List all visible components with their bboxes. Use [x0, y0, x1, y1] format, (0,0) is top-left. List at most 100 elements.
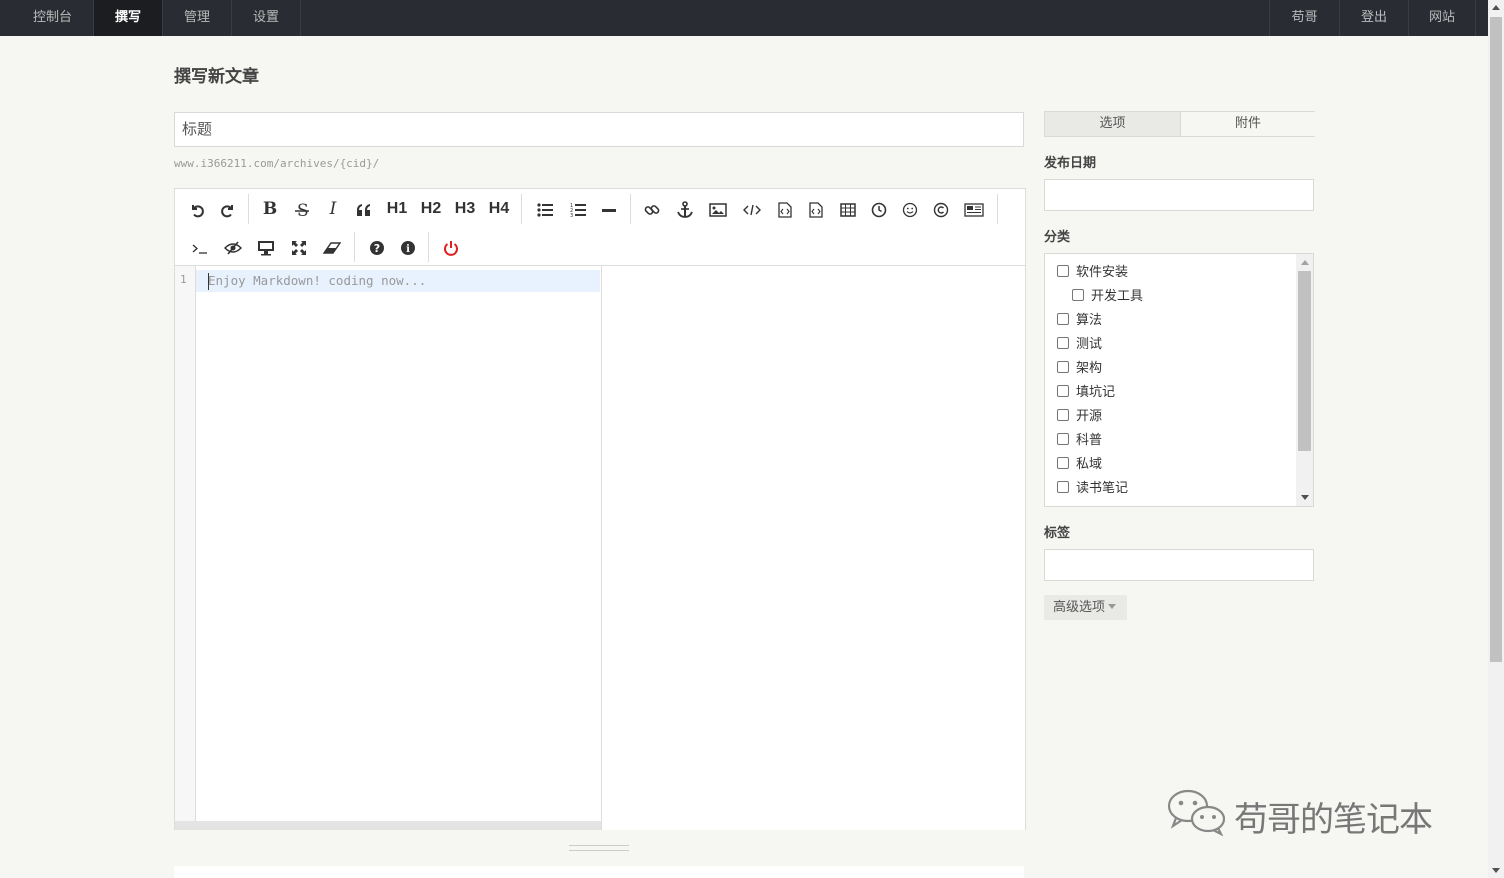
- markdown-editor: B S I H1 H2 H3 H4 123 ? i 1 Enjoy Markdo…: [174, 188, 1026, 830]
- category-label-text: 科普: [1076, 433, 1103, 448]
- nav-settings[interactable]: 设置: [232, 0, 301, 36]
- svg-text:i: i: [406, 244, 410, 255]
- eraser-icon[interactable]: [321, 235, 343, 259]
- page-scrollbar[interactable]: [1488, 0, 1504, 878]
- eye-slash-icon[interactable]: [222, 235, 244, 259]
- emoji-icon[interactable]: [899, 197, 921, 221]
- scroll-thumb[interactable]: [1298, 271, 1311, 451]
- h3-button[interactable]: H3: [452, 197, 478, 221]
- info-icon[interactable]: i: [397, 235, 419, 259]
- copyright-icon[interactable]: [930, 197, 952, 221]
- checkbox[interactable]: [1057, 265, 1069, 277]
- checkbox[interactable]: [1057, 337, 1069, 349]
- bold-button[interactable]: B: [259, 197, 281, 221]
- horizontal-scrollbar[interactable]: [175, 821, 601, 830]
- top-nav: 控制台 撰写 管理 设置 苟哥 登出 网站: [0, 0, 1488, 36]
- svg-text:S: S: [297, 201, 309, 219]
- markdown-input[interactable]: Enjoy Markdown! coding now...: [196, 266, 601, 822]
- category-scrollbar[interactable]: [1296, 254, 1313, 506]
- category-item[interactable]: 架构: [1057, 359, 1102, 379]
- list-ol-icon[interactable]: 123: [567, 197, 589, 221]
- anchor-icon[interactable]: [674, 197, 696, 221]
- category-item[interactable]: 开源: [1057, 407, 1102, 427]
- toolbar-divider: [354, 232, 355, 262]
- line-gutter: 1: [175, 266, 196, 822]
- code-block-icon[interactable]: [774, 197, 796, 221]
- scroll-thumb[interactable]: [1490, 17, 1502, 662]
- category-label-text: 测试: [1076, 337, 1103, 352]
- category-item[interactable]: 私域: [1057, 455, 1102, 475]
- svg-text:3: 3: [570, 213, 573, 218]
- markdown-preview: [601, 266, 1025, 830]
- caret-down-icon: [1108, 604, 1117, 609]
- image-icon[interactable]: [707, 197, 729, 221]
- scroll-up-icon[interactable]: [1301, 260, 1309, 265]
- checkbox[interactable]: [1057, 385, 1069, 397]
- scroll-down-icon[interactable]: [1301, 495, 1309, 500]
- category-item[interactable]: 算法: [1057, 311, 1102, 331]
- line-number: 1: [180, 273, 187, 286]
- advanced-options-label: 高级选项: [1053, 600, 1106, 615]
- category-label: 分类: [1044, 230, 1071, 245]
- checkbox[interactable]: [1057, 481, 1069, 493]
- newspaper-icon[interactable]: [962, 197, 986, 221]
- category-item[interactable]: 开发工具: [1072, 287, 1143, 307]
- checkbox[interactable]: [1072, 289, 1084, 301]
- publish-date-input[interactable]: [1044, 179, 1314, 211]
- terminal-icon[interactable]: [189, 235, 211, 259]
- code-block-alt-icon[interactable]: [805, 197, 827, 221]
- power-icon[interactable]: [440, 235, 462, 259]
- tab-attachments[interactable]: 附件: [1180, 112, 1315, 136]
- lower-panel: [174, 866, 1024, 878]
- undo-icon[interactable]: [186, 197, 208, 221]
- italic-button[interactable]: I: [322, 197, 344, 221]
- code-icon[interactable]: [741, 197, 763, 221]
- checkbox[interactable]: [1057, 313, 1069, 325]
- page-title: 撰写新文章: [174, 67, 259, 87]
- advanced-options-button[interactable]: 高级选项: [1044, 595, 1127, 620]
- table-icon[interactable]: [837, 197, 859, 221]
- scroll-up-icon[interactable]: [1492, 5, 1500, 10]
- nav-user[interactable]: 苟哥: [1269, 0, 1339, 36]
- quote-icon[interactable]: [353, 197, 375, 221]
- redo-icon[interactable]: [217, 197, 239, 221]
- help-icon[interactable]: ?: [366, 235, 388, 259]
- category-item[interactable]: 测试: [1057, 335, 1102, 355]
- link-icon[interactable]: [641, 197, 663, 221]
- list-ul-icon[interactable]: [534, 197, 556, 221]
- toolbar-divider: [997, 194, 998, 224]
- toolbar-divider: [630, 194, 631, 224]
- checkbox[interactable]: [1057, 433, 1069, 445]
- h1-button[interactable]: H1: [384, 197, 410, 221]
- h4-button[interactable]: H4: [486, 197, 512, 221]
- clock-icon[interactable]: [868, 197, 890, 221]
- editor-placeholder: Enjoy Markdown! coding now...: [208, 273, 427, 288]
- category-item[interactable]: 读书笔记: [1057, 479, 1128, 499]
- title-input[interactable]: 标题: [174, 112, 1024, 147]
- category-item[interactable]: 软件安装: [1057, 263, 1128, 283]
- h2-button[interactable]: H2: [418, 197, 444, 221]
- tab-options[interactable]: 选项: [1045, 112, 1180, 136]
- checkbox[interactable]: [1057, 361, 1069, 373]
- nav-logout[interactable]: 登出: [1339, 0, 1408, 36]
- watermark: 苟哥的笔记本: [1166, 788, 1433, 840]
- desktop-icon[interactable]: [255, 235, 277, 259]
- scroll-down-icon[interactable]: [1492, 868, 1500, 873]
- category-label-text: 算法: [1076, 313, 1103, 328]
- hr-icon[interactable]: [598, 197, 620, 221]
- nav-dashboard[interactable]: 控制台: [12, 0, 94, 36]
- tags-input[interactable]: [1044, 549, 1314, 581]
- nav-website[interactable]: 网站: [1408, 0, 1476, 36]
- wechat-icon: [1167, 789, 1226, 837]
- nav-write[interactable]: 撰写: [94, 0, 163, 36]
- nav-manage[interactable]: 管理: [163, 0, 232, 36]
- fullscreen-icon[interactable]: [288, 235, 310, 259]
- editor-resize-handle[interactable]: [569, 845, 629, 851]
- category-item[interactable]: 科普: [1057, 431, 1102, 451]
- checkbox[interactable]: [1057, 457, 1069, 469]
- strikethrough-icon[interactable]: S: [291, 197, 313, 221]
- sidebar-tabs: 选项 附件: [1044, 111, 1315, 137]
- checkbox[interactable]: [1057, 409, 1069, 421]
- category-item[interactable]: 填坑记: [1057, 383, 1115, 403]
- category-label-text: 读书笔记: [1076, 481, 1129, 496]
